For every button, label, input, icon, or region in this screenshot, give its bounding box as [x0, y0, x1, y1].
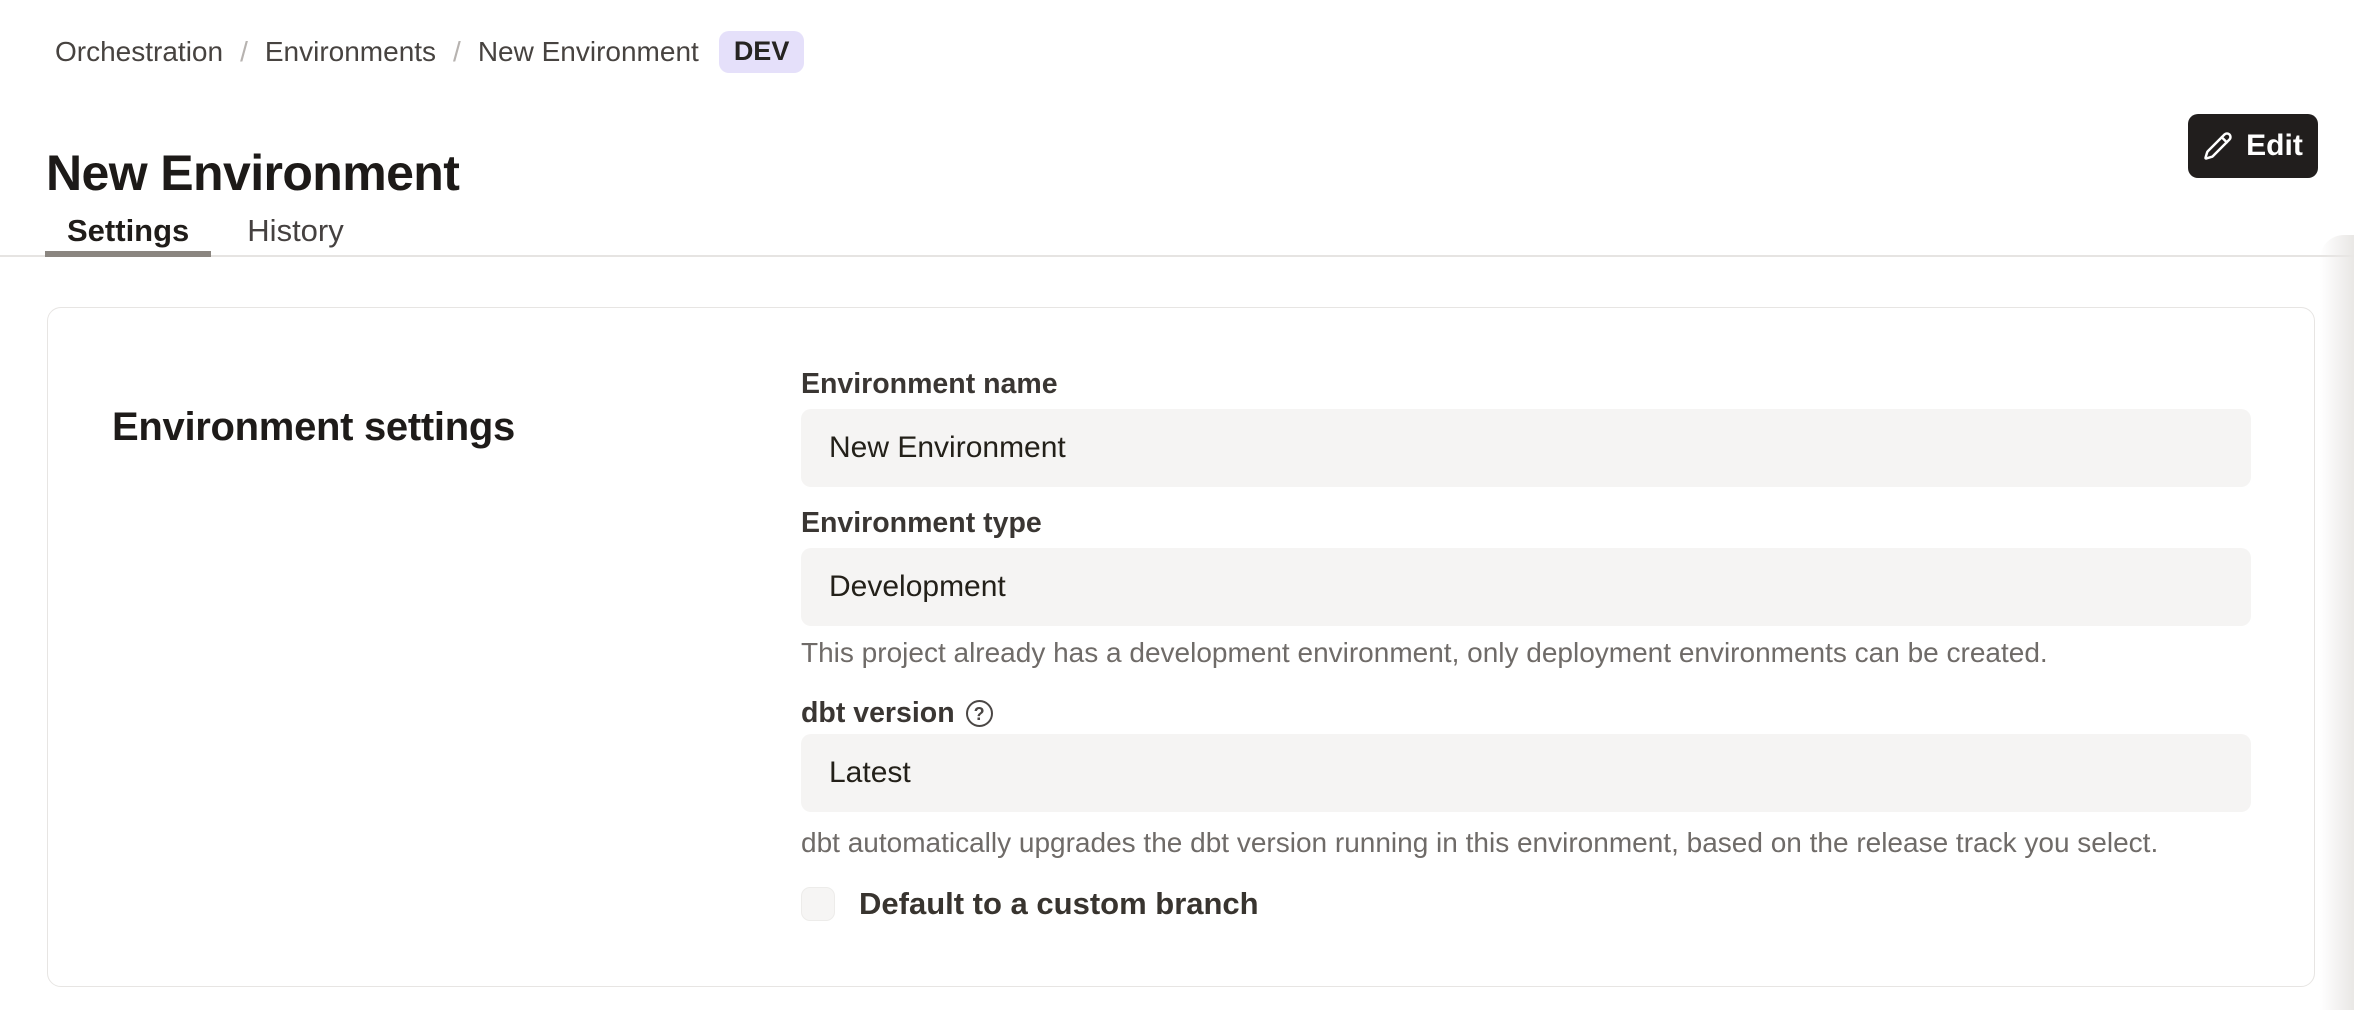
tab-settings[interactable]: Settings: [45, 205, 211, 257]
dev-badge: DEV: [719, 31, 805, 73]
edit-button[interactable]: Edit: [2188, 114, 2318, 178]
environment-settings-card: Environment settings Environment name En…: [47, 307, 2315, 987]
breadcrumb-environments[interactable]: Environments: [265, 36, 436, 68]
right-edge-shade: [2320, 235, 2354, 1010]
breadcrumb: Orchestration / Environments / New Envir…: [55, 31, 804, 73]
custom-branch-checkbox[interactable]: [801, 887, 835, 921]
card-heading: Environment settings: [112, 405, 515, 450]
environment-name-label: Environment name: [801, 368, 1058, 401]
environment-name-input[interactable]: [801, 409, 2251, 487]
environment-settings-page: Orchestration / Environments / New Envir…: [0, 0, 2354, 1020]
dbt-version-label-text: dbt version: [801, 697, 955, 730]
dbt-version-helper-text: dbt automatically upgrades the dbt versi…: [801, 827, 2158, 859]
custom-branch-row: Default to a custom branch: [801, 886, 1259, 922]
dbt-version-input[interactable]: [801, 734, 2251, 812]
edit-button-label: Edit: [2246, 129, 2303, 163]
page-title: New Environment: [46, 144, 459, 202]
breadcrumb-separator: /: [240, 36, 248, 68]
breadcrumb-separator: /: [453, 36, 461, 68]
dbt-version-label: dbt version ?: [801, 697, 993, 730]
breadcrumb-current-page: New Environment: [478, 36, 699, 68]
breadcrumb-orchestration[interactable]: Orchestration: [55, 36, 223, 68]
tab-bar: Settings History: [45, 205, 366, 257]
help-question-icon[interactable]: ?: [966, 700, 993, 727]
custom-branch-label: Default to a custom branch: [859, 886, 1259, 922]
environment-type-input[interactable]: [801, 548, 2251, 626]
tab-history[interactable]: History: [225, 205, 365, 257]
environment-type-helper-text: This project already has a development e…: [801, 637, 2048, 669]
pencil-icon: [2203, 131, 2233, 161]
environment-type-label: Environment type: [801, 507, 1042, 540]
